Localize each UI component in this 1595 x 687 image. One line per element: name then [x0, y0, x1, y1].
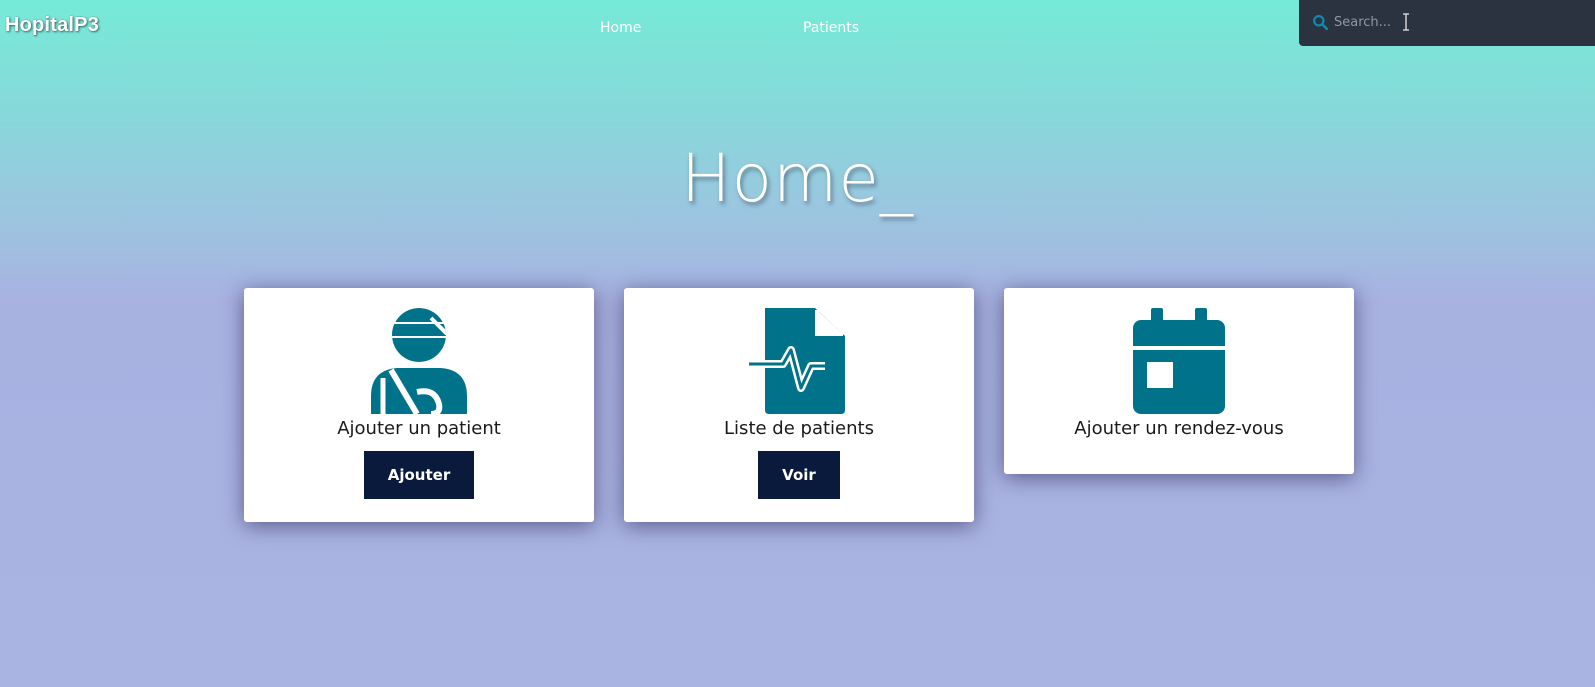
card-add-patient: Ajouter un patient Ajouter: [244, 288, 594, 522]
card-label-add-patient: Ajouter un patient: [337, 418, 501, 439]
view-patients-button[interactable]: Voir: [758, 451, 840, 499]
calendar-icon: [1133, 308, 1225, 414]
search-bar: [1299, 0, 1595, 46]
medical-file-icon: [749, 308, 845, 414]
add-patient-button[interactable]: Ajouter: [363, 451, 475, 499]
nav-home-link[interactable]: Home: [600, 20, 641, 36]
brand-logo[interactable]: HopitalP3: [5, 14, 99, 37]
search-input[interactable]: [1334, 11, 1574, 33]
card-patient-list: Liste de patients Voir: [624, 288, 974, 522]
card-add-appointment: Ajouter un rendez-vous: [1004, 288, 1354, 474]
search-icon: [1313, 15, 1329, 31]
card-label-patient-list: Liste de patients: [724, 418, 874, 439]
card-label-add-appointment: Ajouter un rendez-vous: [1074, 418, 1284, 439]
page-title: Home_: [681, 140, 914, 217]
text-cursor-icon: [1403, 13, 1409, 31]
injured-person-icon: [371, 308, 467, 414]
nav-patients-link[interactable]: Patients: [803, 20, 859, 36]
